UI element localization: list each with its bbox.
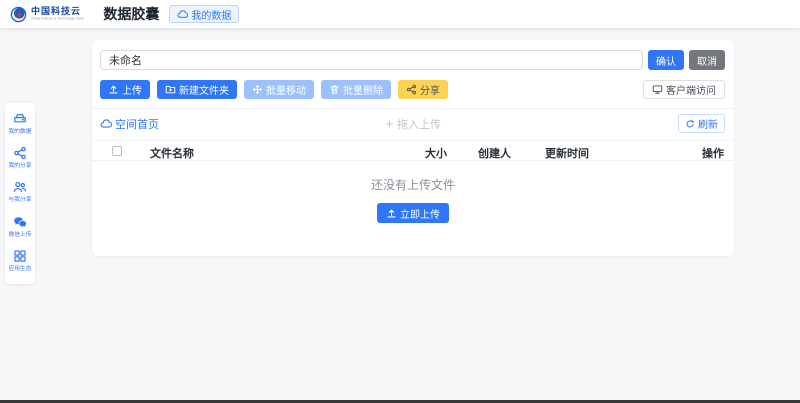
logo[interactable]: 中国科技云 China Science & Technology Cloud [10,6,93,23]
rename-bar: 确认 取消 [100,50,725,70]
column-update-time: 更新时间 [545,148,589,160]
move-icon [252,84,263,95]
column-file-name: 文件名称 [150,148,194,160]
sidebar-item-label: 我的数据 [8,127,32,135]
drop-upload-hint-label: 拖入上传 [397,118,441,131]
cloud-home-icon [100,118,112,130]
refresh-button-label: 刷新 [698,120,718,131]
column-creator: 创建人 [478,148,511,160]
breadcrumb-home[interactable]: 空间首页 [100,116,159,132]
refresh-button[interactable]: 刷新 [678,114,725,133]
toolbar: 上传 新建文件夹 批量移动 批量删除 分享 客户端访问 [100,80,725,99]
trash-icon [329,84,340,95]
folder-plus-icon [165,84,176,95]
wechat-icon [13,215,27,229]
share-icon [13,146,27,160]
drive-icon [13,112,27,126]
logo-subtext: China Science & Technology Cloud [31,16,85,21]
sidebar-item-my-share[interactable]: 我的分享 [4,146,36,172]
upload-button[interactable]: 上传 [100,80,150,99]
batch-move-button[interactable]: 批量移动 [244,80,314,99]
sidebar-item-my-data[interactable]: 我的数据 [4,112,36,138]
upload-icon [386,208,397,219]
sidebar-item-label: 与我分享 [8,196,32,203]
rename-input[interactable] [100,50,643,70]
sidebar-item-label: 应用生态 [8,264,32,272]
cloud-icon [177,9,189,20]
file-table-header: 文件名称 大小 创建人 更新时间 操作 [92,140,734,161]
sidebar-item-shared-with-me[interactable]: 与我分享 [4,180,36,206]
sidebar-item-label: 我的分享 [8,162,32,169]
upload-icon [108,84,119,95]
sidebar-item-app-ecosystem[interactable]: 应用生态 [4,249,36,275]
share-button[interactable]: 分享 [398,80,448,99]
my-data-button-label: 我的数据 [191,10,232,22]
refresh-icon [685,119,695,129]
my-data-button[interactable]: 我的数据 [169,5,240,23]
batch-delete-button[interactable]: 批量删除 [321,80,391,99]
empty-state: 还没有上传文件 立即上传 [92,176,734,224]
users-icon [13,180,27,194]
sidebar: 我的数据 我的分享 与我分享 微信上传 应用生态 [5,103,35,284]
empty-message: 还没有上传文件 [370,178,455,192]
column-operations: 操作 [702,148,724,160]
breadcrumb-home-label: 空间首页 [115,118,159,131]
grid-icon [13,249,27,263]
client-access-button[interactable]: 客户端访问 [643,80,725,99]
new-folder-button[interactable]: 新建文件夹 [157,80,237,99]
upload-now-button-label: 立即上传 [400,209,440,221]
upload-now-button[interactable]: 立即上传 [377,203,449,223]
batch-delete-button-label: 批量删除 [343,86,383,97]
upload-button-label: 上传 [122,86,142,97]
drop-upload-hint: 拖入上传 [384,116,441,132]
toolbar-divider [92,108,734,109]
monitor-icon [652,84,663,95]
logo-icon [10,6,27,23]
column-size: 大小 [425,148,447,160]
batch-move-button-label: 批量移动 [266,86,306,97]
new-folder-button-label: 新建文件夹 [179,86,229,97]
share-button-label: 分享 [420,86,440,97]
sidebar-item-wechat-upload[interactable]: 微信上传 [4,215,36,241]
share-nodes-icon [406,84,417,95]
cancel-button[interactable]: 取消 [689,50,725,70]
sidebar-item-label: 微信上传 [8,230,32,237]
app-title: 数据胶囊 [103,6,160,22]
confirm-button[interactable]: 确认 [648,50,684,70]
breadcrumb-row: 空间首页 拖入上传 刷新 [100,113,725,134]
plus-icon [384,119,394,129]
main-panel: 确认 取消 上传 新建文件夹 [92,40,734,256]
select-all-checkbox[interactable] [112,146,122,156]
client-access-button-label: 客户端访问 [666,86,716,97]
top-header: 中国科技云 China Science & Technology Cloud 数… [0,0,800,28]
